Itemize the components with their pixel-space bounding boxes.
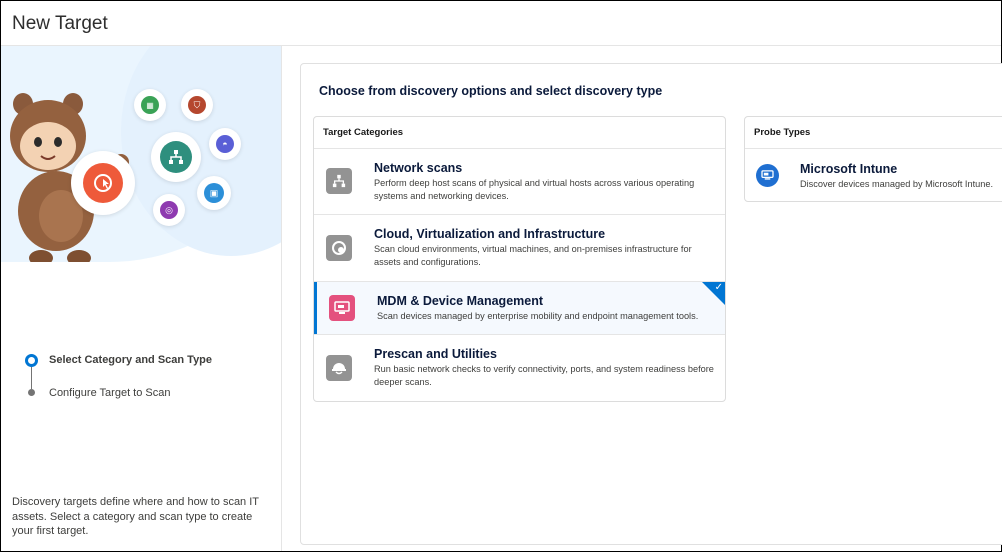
selected-indicator-bar [314,282,317,334]
category-network-scans[interactable]: Network scans Perform deep host scans of… [314,149,725,215]
device-bubble: ▣ [197,176,231,210]
category-prescan-utilities[interactable]: Prescan and Utilities Run basic network … [314,335,725,401]
left-panel: ▦ ⛉ ◓ ▣ ◎ Select Category and Scan Type … [1,46,282,551]
server-icon: ▦ [146,100,154,110]
main-scan-bubble [71,151,135,215]
category-mdm-device-management[interactable]: ✓ MDM & Device Management Scan devices m… [314,282,725,335]
discovery-options-card: Choose from discovery options and select… [300,63,1002,545]
category-cloud-virtualization[interactable]: Cloud, Virtualization and Infrastructure… [314,215,725,282]
hardhat-bubble-icon: ◓ [222,139,228,149]
device-management-icon [329,295,355,321]
step-label: Configure Target to Scan [49,387,171,399]
step-marker [28,389,35,396]
category-title: Network scans [374,161,463,175]
shield-icon: ⛉ [193,99,201,110]
intune-icon [756,164,779,187]
target-categories-heading: Target Categories [314,117,725,149]
hero-illustration: ▦ ⛉ ◓ ▣ ◎ [1,46,281,262]
target-categories-card: Target Categories Network scans Perform … [313,116,726,402]
cloud-scan-icon [326,235,352,261]
probe-microsoft-intune[interactable]: Microsoft Intune Discover devices manage… [745,150,1002,201]
checkmark-icon: ✓ [714,282,723,293]
page-header: New Target [1,1,1001,46]
shield-bubble: ⛉ [181,89,213,121]
probe-description: Discover devices managed by Microsoft In… [800,179,994,189]
category-description: Perform deep host scans of physical and … [374,178,695,201]
server-bubble: ▦ [134,89,166,121]
page-title: New Target [12,13,108,34]
target-cursor-icon [94,174,112,192]
cloud-bubble: ◎ [153,194,185,226]
cloud-icon: ◎ [165,204,173,215]
step-label: Select Category and Scan Type [49,354,213,366]
hierarchy-icon [169,150,183,164]
mascot-illustration [10,93,129,262]
probe-types-card: Probe Types Microsoft Intune Discover de… [744,116,1002,202]
probe-types-heading: Probe Types [745,117,1002,149]
section-title: Choose from discovery options and select… [319,84,663,98]
category-description: Run basic network checks to verify conne… [374,364,714,387]
network-icon [326,168,352,194]
network-bubble [151,132,201,182]
category-title: Cloud, Virtualization and Infrastructure [374,227,606,241]
monitor-icon: ▣ [209,187,219,198]
step-active-marker [25,354,38,367]
hardhat-icon [326,355,352,381]
category-title: MDM & Device Management [377,294,544,308]
hardhat-bubble: ◓ [209,128,241,160]
category-title: Prescan and Utilities [374,347,497,361]
sidebar-description: Discovery targets define where and how t… [12,496,259,537]
category-description: Scan cloud environments, virtual machine… [374,244,692,267]
probe-title: Microsoft Intune [800,162,898,176]
step-connector [31,367,32,389]
category-description: Scan devices managed by enterprise mobil… [377,311,699,321]
